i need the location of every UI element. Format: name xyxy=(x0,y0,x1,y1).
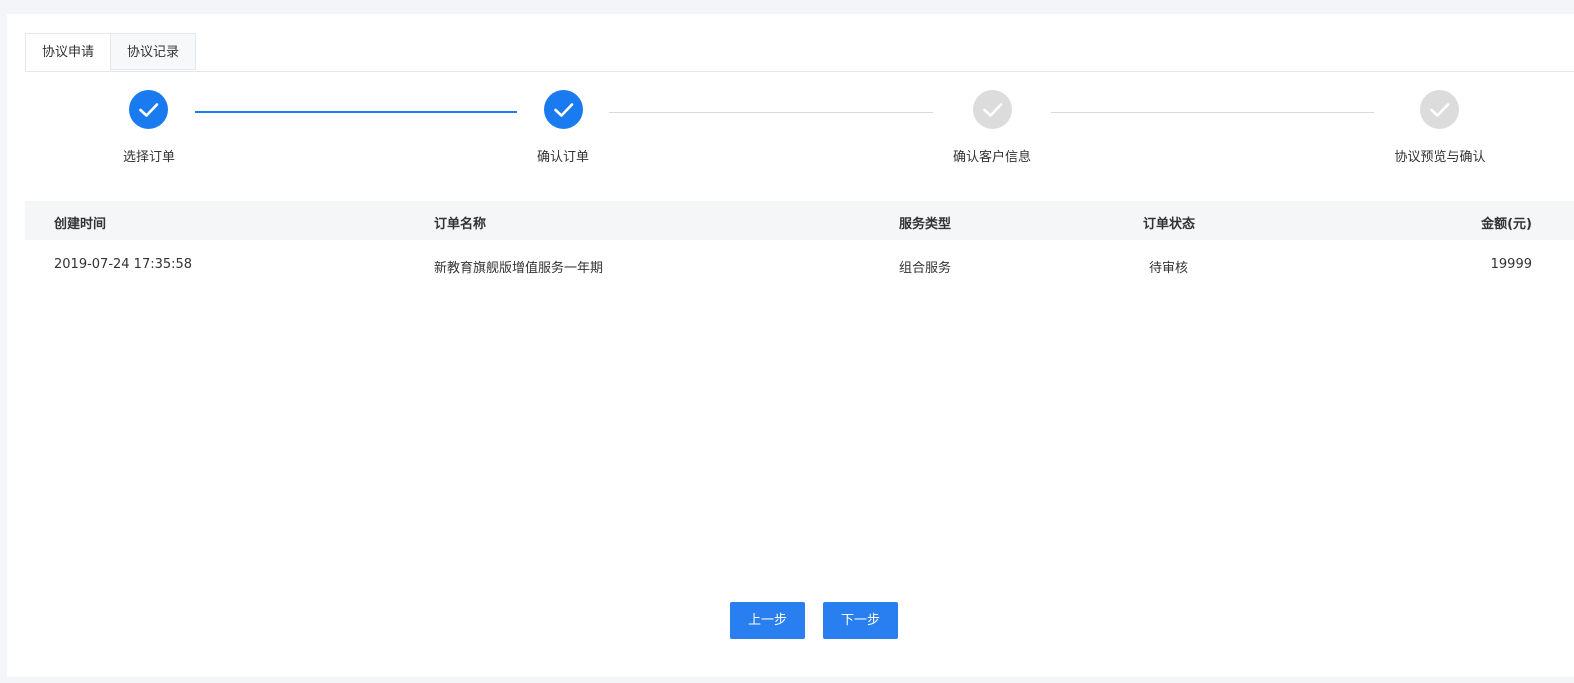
next-step-button[interactable]: 下一步 xyxy=(823,602,898,639)
step-2-label: 确认订单 xyxy=(536,150,590,165)
step-2-circle xyxy=(544,90,583,129)
check-icon xyxy=(983,103,1003,117)
cell-order-status: 待审核 xyxy=(1149,261,1189,276)
order-table-header: 创建时间 订单名称 服务类型 订单状态 金额(元) xyxy=(25,201,1574,240)
step-3-circle xyxy=(973,90,1012,129)
check-icon xyxy=(139,103,159,117)
header-created-time: 创建时间 xyxy=(54,217,107,232)
progress-steps: 选择订单 确认订单 确认客户信息 协议预览与确认 xyxy=(7,14,1574,184)
step-3-label: 确认客户信息 xyxy=(952,150,1032,165)
step-connector-2 xyxy=(609,112,933,113)
step-connector-1 xyxy=(195,111,517,113)
header-amount: 金额(元) xyxy=(1481,217,1532,232)
check-icon xyxy=(1430,103,1450,117)
step-1-label: 选择订单 xyxy=(122,150,176,165)
header-order-name: 订单名称 xyxy=(434,217,487,232)
step-1-circle xyxy=(129,90,168,129)
header-order-status: 订单状态 xyxy=(1143,217,1196,232)
cell-created-time: 2019-07-24 17:35:58 xyxy=(54,257,193,272)
cell-amount: 19999 xyxy=(1490,257,1532,272)
prev-step-button[interactable]: 上一步 xyxy=(730,602,805,639)
step-4-label: 协议预览与确认 xyxy=(1394,150,1486,165)
agreement-panel: 协议申请 协议记录 选择订单 确认订单 确认客户信息 协议预览与确认 创建时间 … xyxy=(7,14,1574,677)
table-row[interactable]: 2019-07-24 17:35:58 新教育旗舰版增值服务一年期 组合服务 待… xyxy=(25,244,1574,284)
cell-order-name: 新教育旗舰版增值服务一年期 xyxy=(434,261,604,276)
check-icon xyxy=(554,103,574,117)
header-service-type: 服务类型 xyxy=(899,217,952,232)
step-connector-3 xyxy=(1051,112,1374,113)
step-4-circle xyxy=(1420,90,1459,129)
cell-service-type: 组合服务 xyxy=(899,261,952,276)
